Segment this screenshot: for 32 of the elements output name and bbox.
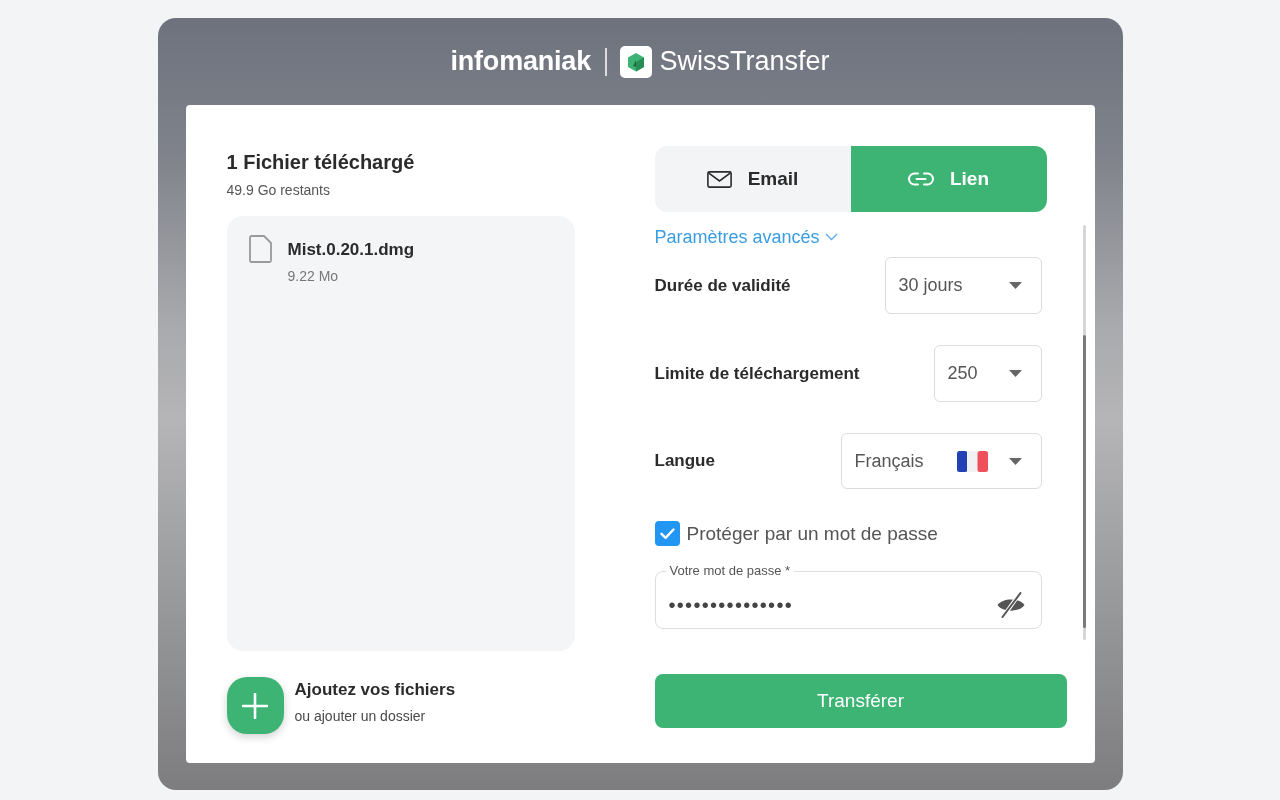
add-files-label[interactable]: Ajoutez vos fichiers [294,679,456,701]
brand-name: infomaniak [450,46,591,77]
eye-slash-icon[interactable] [995,592,1026,618]
checkbox[interactable] [654,521,680,546]
flag-icon [956,450,988,472]
file-icon [248,235,272,263]
storage-remaining: 49.9 Go restants [226,181,330,199]
password-field[interactable]: Votre mot de passe * ••••••••••••••• [654,563,1042,629]
cube-logo-icon [619,45,652,78]
link-icon [907,172,934,186]
dropdown[interactable]: Français [840,433,1042,489]
add-files-button[interactable] [226,677,284,734]
dropdown[interactable]: 30 jours [884,257,1042,314]
upload-title: 1 Fichier téléchargé [226,150,415,174]
tab[interactable]: Email [654,146,851,212]
setting-label: Langue [654,451,715,471]
envelope-icon [706,170,732,188]
setting-label: Limite de téléchargement [654,363,860,384]
file-size: 9.22 Mo [287,267,339,285]
plus-icon [242,692,268,719]
checkbox-label[interactable]: Protéger par un mot de passe [686,522,938,545]
scrollbar[interactable] [1082,225,1086,640]
dropdown[interactable]: 250 [933,345,1042,402]
field-label: Votre mot de passe * [668,563,792,579]
product-name: SwissTransfer [659,46,830,77]
add-folder-link[interactable]: ou ajouter un dossier [294,707,426,725]
file-name: Mist.0.20.1.dmg [287,239,415,261]
setting-label: Durée de validité [654,275,791,296]
caret-down-icon [1008,457,1022,465]
chevron-down-icon [824,233,838,241]
caret-down-icon [1008,370,1022,377]
caret-down-icon [1008,282,1022,289]
